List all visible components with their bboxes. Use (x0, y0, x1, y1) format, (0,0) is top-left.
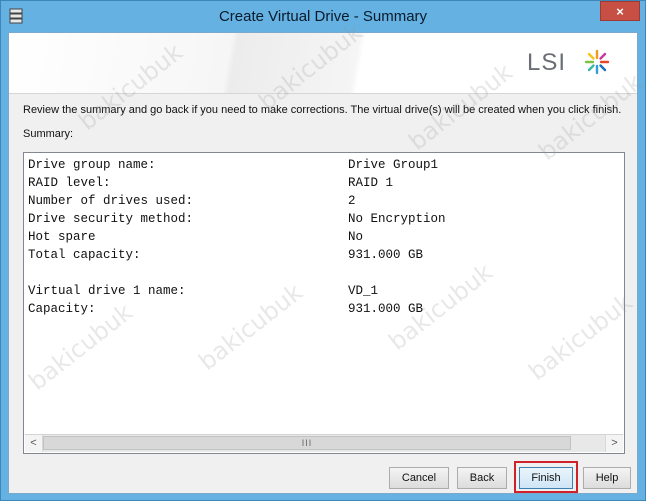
summary-key: Number of drives used: (28, 194, 194, 208)
scroll-left-arrow-icon[interactable]: < (25, 435, 43, 452)
title-bar: Create Virtual Drive - Summary × (1, 1, 645, 32)
summary-key: RAID level: (28, 176, 111, 190)
close-button[interactable]: × (600, 1, 640, 21)
summary-value: No Encryption (348, 212, 446, 226)
back-button[interactable]: Back (457, 467, 507, 489)
summary-value: 2 (348, 194, 356, 208)
grip-icon: III (301, 438, 313, 448)
help-button[interactable]: Help (583, 467, 631, 489)
summary-row-vd-capacity: Capacity: 931.000 GB (28, 300, 423, 318)
dialog-window: Create Virtual Drive - Summary × LSI Rev… (0, 0, 646, 501)
summary-value: VD_1 (348, 284, 379, 298)
summary-key: Hot spare (28, 230, 96, 244)
lsi-logo: LSI (527, 47, 617, 77)
logo-text: LSI (527, 49, 567, 76)
scroll-thumb[interactable]: III (43, 436, 571, 450)
summary-key: Virtual drive 1 name: (28, 284, 186, 298)
lsi-star-icon (584, 49, 610, 75)
summary-row-security-method: Drive security method: No Encryption (28, 210, 446, 228)
summary-value: 931.000 GB (348, 248, 424, 262)
summary-row-hot-spare: Hot spare No (28, 228, 363, 246)
summary-label: Summary: (23, 128, 74, 140)
cancel-button[interactable]: Cancel (389, 467, 449, 489)
summary-value: No (348, 230, 364, 244)
finish-button[interactable]: Finish (519, 467, 573, 489)
summary-key: Total capacity: (28, 248, 141, 262)
header-banner: LSI (9, 33, 637, 94)
summary-key: Capacity: (28, 302, 96, 316)
summary-row-drive-group-name: Drive group name: Drive Group1 (28, 156, 438, 174)
summary-text-area[interactable]: Drive group name: Drive Group1 RAID leve… (23, 152, 625, 454)
window-title: Create Virtual Drive - Summary (218, 8, 428, 25)
summary-value: 931.000 GB (348, 302, 424, 316)
summary-row-drives-used: Number of drives used: 2 (28, 192, 356, 210)
dialog-content: LSI Review the summary and go back if yo… (8, 18, 646, 494)
summary-value: Drive Group1 (348, 158, 439, 172)
scroll-right-arrow-icon[interactable]: > (605, 435, 623, 452)
instructions-text: Review the summary and go back if you ne… (23, 104, 622, 116)
summary-row-raid-level: RAID level: RAID 1 (28, 174, 393, 192)
horizontal-scrollbar[interactable]: < III > (25, 434, 623, 452)
summary-row-vd-name: Virtual drive 1 name: VD_1 (28, 282, 378, 300)
summary-rows: Drive group name: Drive Group1 RAID leve… (28, 156, 446, 318)
summary-value: RAID 1 (348, 176, 394, 190)
summary-key: Drive group name: (28, 158, 156, 172)
summary-row-total-capacity: Total capacity: 931.000 GB (28, 246, 423, 264)
summary-key: Drive security method: (28, 212, 194, 226)
